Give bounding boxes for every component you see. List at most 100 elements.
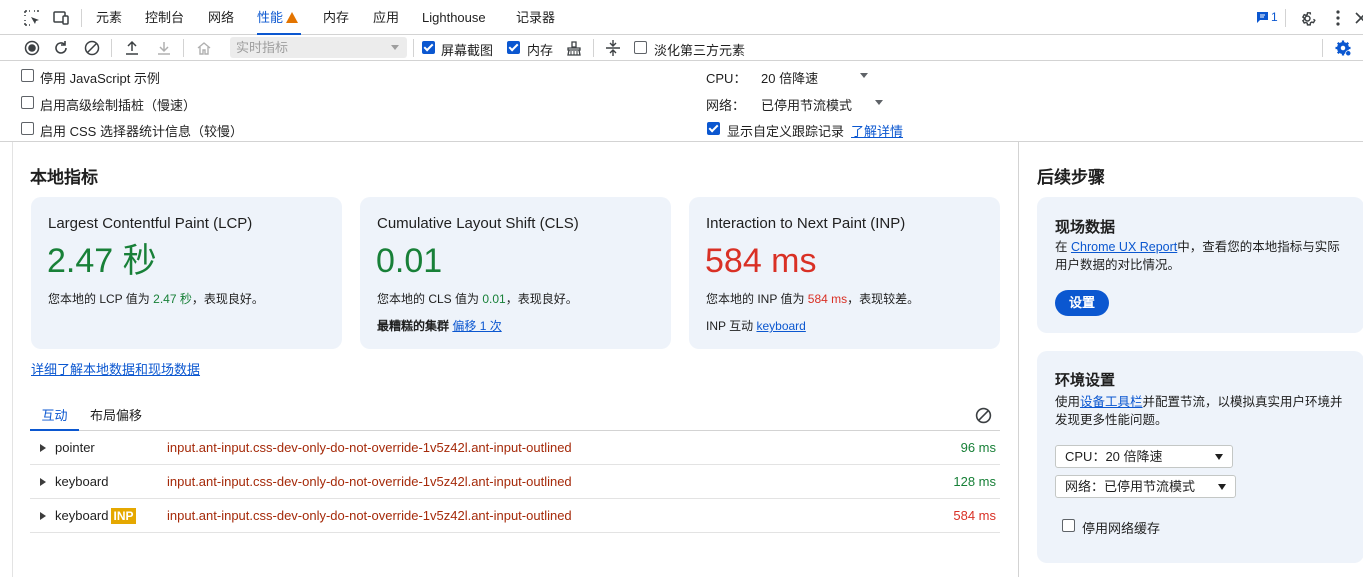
recording-select-value: 实时指标 [236, 40, 289, 55]
screenshots-checkbox[interactable] [422, 41, 435, 54]
download-icon[interactable] [154, 38, 174, 58]
collapse-icon[interactable] [603, 38, 623, 58]
cpu-throttle-value: 20 倍降速 [761, 71, 819, 86]
css-selector-stats-checkbox[interactable] [21, 122, 34, 135]
tab-interactions[interactable]: 互动 [30, 403, 79, 431]
interaction-type: pointer [55, 440, 95, 455]
chevron-down-icon [1215, 454, 1223, 460]
expand-triangle-icon[interactable] [40, 512, 46, 520]
inp-card: Interaction to Next Paint (INP) 584 ms 您… [689, 197, 1000, 349]
expand-triangle-icon[interactable] [40, 444, 46, 452]
page-title: 本地指标 [30, 168, 98, 187]
next-steps-sidebar: 后续步骤 现场数据 在 Chrome UX Report中，查看您的本地指标与实… [1019, 142, 1363, 577]
css-selector-stats-label: 启用 CSS 选择器统计信息（较慢） [40, 124, 243, 139]
tab-recorder[interactable]: 记录器 [516, 0, 555, 35]
performance-toolbar: 实时指标 屏幕截图 内存 淡化第三方元素 [0, 35, 1363, 61]
tab-console[interactable]: 控制台 [145, 0, 184, 35]
lcp-title: Largest Contentful Paint (LCP) [48, 215, 253, 232]
interaction-type: keyboard [55, 474, 109, 489]
network-label: 网络： [706, 98, 746, 113]
learn-more-link[interactable]: 了解详情 [851, 121, 903, 140]
chevron-down-icon [875, 100, 883, 105]
cls-title: Cumulative Layout Shift (CLS) [377, 215, 579, 232]
inspect-element-icon[interactable] [22, 8, 42, 28]
interactions-tabs: 互动 布局偏移 [30, 403, 1000, 431]
advanced-paint-checkbox[interactable] [21, 96, 34, 109]
custom-tracks-label: 显示自定义跟踪记录 [727, 124, 845, 139]
inp-value: 584 ms [705, 242, 817, 280]
disable-js-samples-label: 停用 JavaScript 示例 [40, 71, 160, 86]
environment-settings-text: 使用设备工具栏并配置节流，以模拟真实用户环境并发现更多性能问题。 [1055, 395, 1343, 427]
memory-label: 内存 [527, 43, 554, 58]
next-steps-title: 后续步骤 [1037, 168, 1105, 187]
recording-select[interactable]: 实时指标 [230, 37, 407, 58]
network-throttle-dropdown[interactable]: 网络：已停用节流模式 [1055, 475, 1236, 498]
inp-description: 您本地的 INP 值为 584 ms，表现较差。 [706, 292, 920, 306]
tab-lighthouse[interactable]: Lighthouse [422, 0, 486, 35]
screenshots-label: 屏幕截图 [441, 43, 494, 58]
field-data-card: 现场数据 在 Chrome UX Report中，查看您的本地指标与实际用户数据… [1037, 197, 1363, 333]
devtools-tabbar: 元素 控制台 网络 性能 内存 应用 Lighthouse 记录器 1 [0, 0, 1363, 35]
lcp-card: Largest Contentful Paint (LCP) 2.47 秒 您本… [31, 197, 342, 349]
field-data-title: 现场数据 [1055, 219, 1116, 236]
inp-interaction-link[interactable]: keyboard [756, 319, 805, 333]
cpu-throttle-dropdown[interactable]: CPU：20 倍降速 [1055, 445, 1233, 468]
disable-cache-checkbox[interactable] [1062, 519, 1075, 532]
capture-settings-gear-icon[interactable] [1333, 38, 1353, 58]
learn-local-field-data-link[interactable]: 详细了解本地数据和现场数据 [31, 359, 200, 378]
lcp-value: 2.47 秒 [47, 242, 157, 280]
clear-interactions-icon[interactable] [975, 407, 992, 427]
tab-application[interactable]: 应用 [373, 0, 399, 35]
disable-js-samples-checkbox[interactable] [21, 69, 34, 82]
tab-performance[interactable]: 性能 [257, 0, 301, 35]
field-data-text: 在 Chrome UX Report中，查看您的本地指标与实际用户数据的对比情况… [1055, 240, 1340, 272]
tab-elements[interactable]: 元素 [96, 0, 122, 35]
reload-record-icon[interactable] [51, 38, 71, 58]
chevron-down-icon [391, 45, 399, 50]
table-row[interactable]: keyboard INP input.ant-input.css-dev-only… [30, 499, 1000, 533]
more-options-icon[interactable] [1328, 8, 1348, 28]
inp-badge: INP [111, 508, 136, 524]
tab-layout-shifts[interactable]: 布局偏移 [90, 403, 142, 431]
issues-icon [1257, 11, 1268, 23]
cls-description: 您本地的 CLS 值为 0.01，表现良好。 [377, 292, 578, 306]
interaction-target[interactable]: input.ant-input.css-dev-only-do-not-over… [167, 440, 572, 455]
custom-tracks-checkbox[interactable] [707, 122, 720, 135]
environment-settings-card: 环境设置 使用设备工具栏并配置节流，以模拟真实用户环境并发现更多性能问题。 CP… [1037, 351, 1363, 563]
network-throttle-value: 已停用节流模式 [761, 98, 853, 113]
device-toolbar-icon[interactable] [51, 8, 71, 28]
interaction-duration: 96 ms [960, 440, 996, 455]
device-toolbar-link[interactable]: 设备工具栏 [1080, 395, 1143, 409]
settings-gear-icon[interactable] [1297, 8, 1317, 28]
record-icon[interactable] [22, 38, 42, 58]
issues-count: 1 [1271, 10, 1278, 24]
tab-performance-label: 性能 [257, 10, 284, 25]
setup-button[interactable]: 设置 [1055, 290, 1109, 316]
memory-checkbox[interactable] [507, 41, 520, 54]
cpu-throttle-dropdown-value: CPU：20 倍降速 [1065, 449, 1163, 464]
worst-cluster-link[interactable]: 偏移 1 次 [452, 319, 501, 333]
tab-network[interactable]: 网络 [208, 0, 234, 35]
interaction-target[interactable]: input.ant-input.css-dev-only-do-not-over… [167, 508, 572, 523]
inp-interaction: INP 互动 keyboard [706, 319, 806, 333]
expand-triangle-icon[interactable] [40, 478, 46, 486]
home-icon[interactable] [194, 38, 214, 58]
tab-memory[interactable]: 内存 [323, 0, 349, 35]
interaction-type: keyboard INP [55, 508, 136, 524]
table-row[interactable]: pointer input.ant-input.css-dev-only-do-… [30, 431, 1000, 465]
interaction-duration: 584 ms [953, 508, 996, 523]
clear-icon[interactable] [82, 38, 102, 58]
upload-icon[interactable] [122, 38, 142, 58]
interaction-target[interactable]: input.ant-input.css-dev-only-do-not-over… [167, 474, 572, 489]
close-icon[interactable] [1351, 8, 1363, 28]
inp-title: Interaction to Next Paint (INP) [706, 215, 906, 232]
issues-button[interactable]: 1 [1256, 10, 1278, 24]
interaction-duration: 128 ms [953, 474, 996, 489]
cpu-label: CPU： [706, 71, 747, 86]
dim-third-party-label: 淡化第三方元素 [654, 43, 746, 58]
chrome-ux-report-link[interactable]: Chrome UX Report [1071, 240, 1177, 254]
garbage-collect-icon[interactable] [564, 38, 584, 58]
table-row[interactable]: keyboard input.ant-input.css-dev-only-do… [30, 465, 1000, 499]
capture-settings-panel: 停用 JavaScript 示例 启用高级绘制插桩（慢速） 启用 CSS 选择器… [0, 61, 1363, 142]
dim-third-party-checkbox[interactable] [634, 41, 647, 54]
